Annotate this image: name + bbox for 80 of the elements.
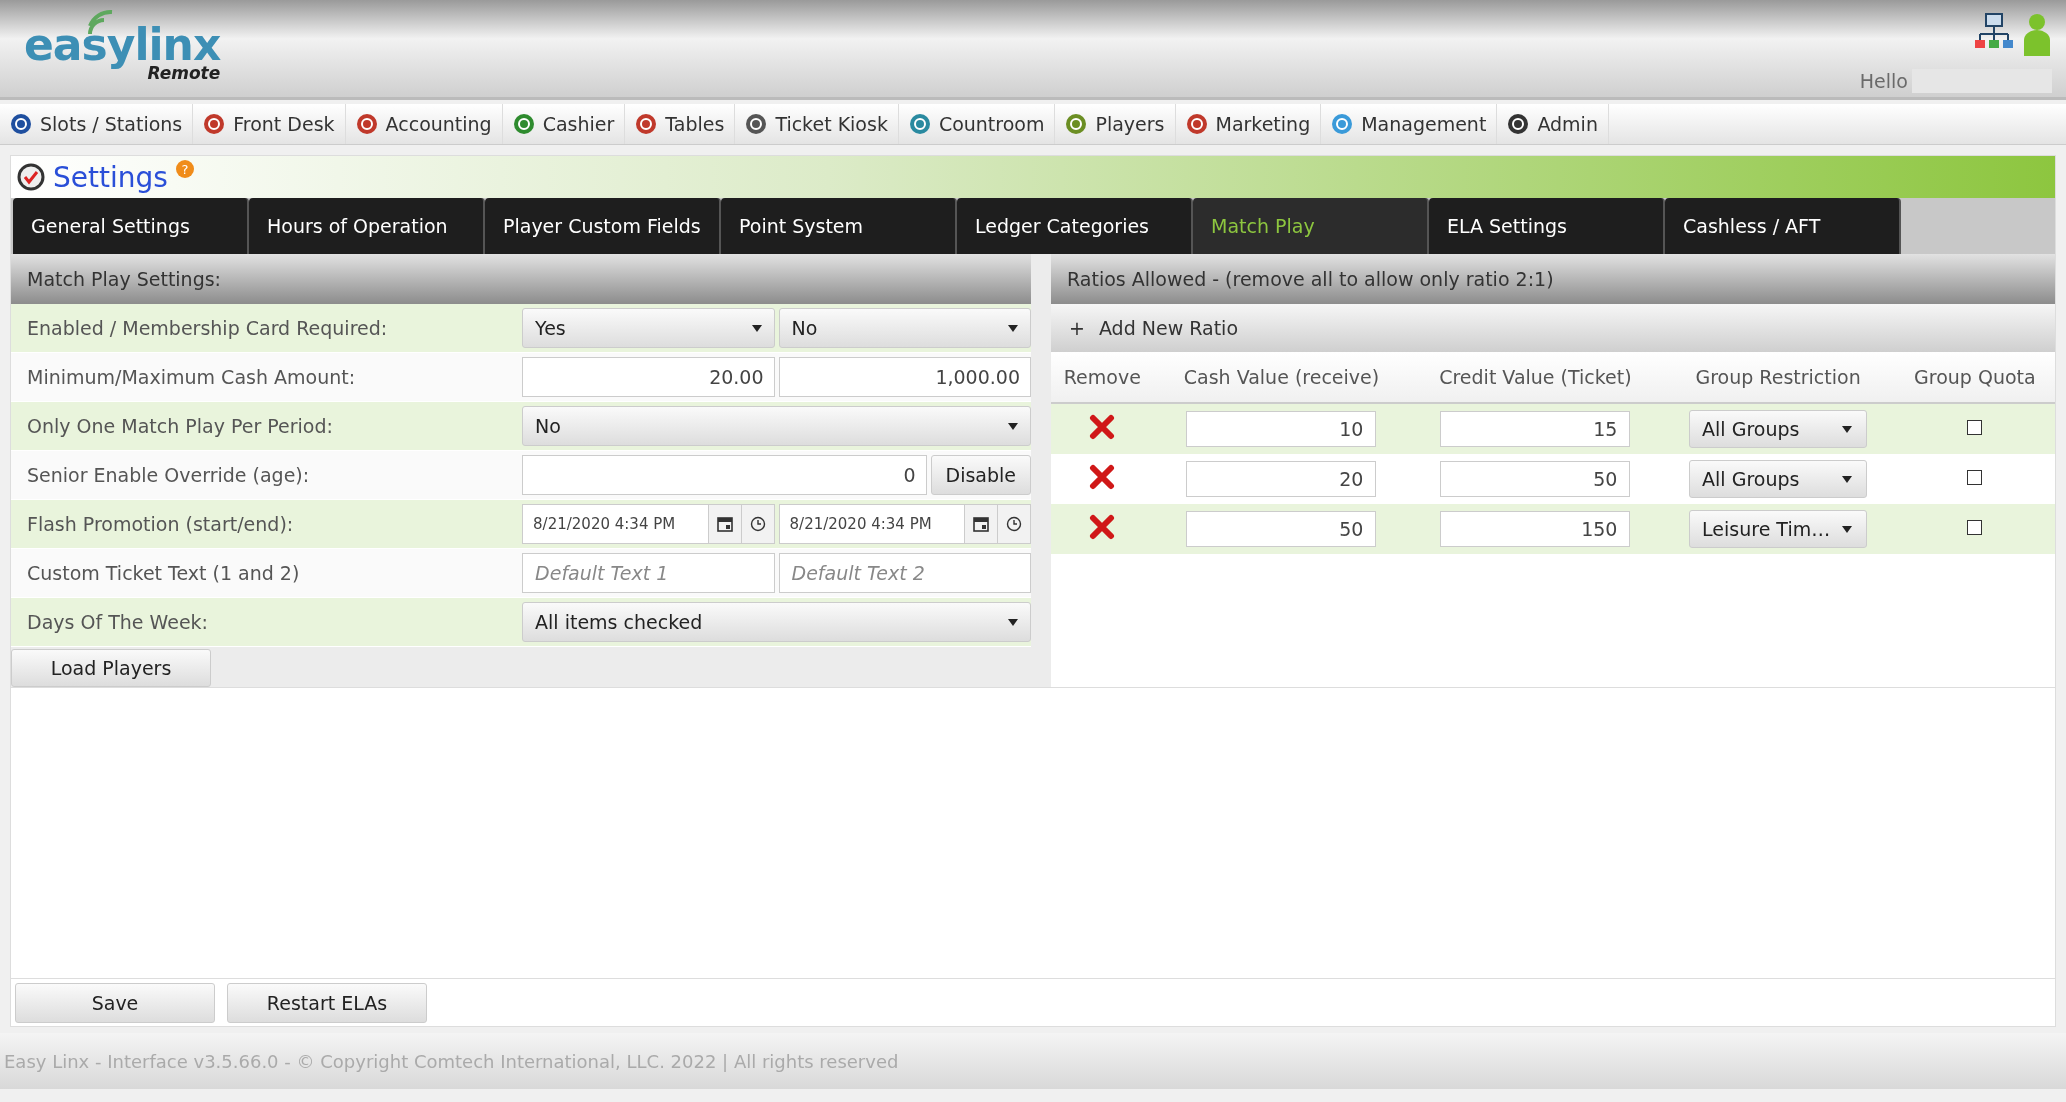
nav-item[interactable]: Management [1321,104,1498,144]
caret-icon [1842,475,1853,483]
field-label: Custom Ticket Text (1 and 2) [26,562,301,584]
field-label: Flash Promotion (start/end): [26,513,295,535]
field-label: Minimum/Maximum Cash Amount: [26,366,357,388]
load-players-button[interactable]: Load Players [11,649,211,687]
circle-icon [1185,113,1208,135]
dropdown[interactable]: No [522,406,1031,446]
dropdown[interactable]: All Groups [1689,460,1868,498]
field-label: Only One Match Play Per Period: [26,415,334,437]
circle-icon [203,113,226,135]
caret-icon [1842,425,1853,433]
caret-icon [1842,525,1853,533]
footer-text: Easy Linx - Interface v3.5.66.0 - © Copyright Comtech International, LLC. 2022 | All rights reserved [0,1033,2066,1089]
circle-icon [1065,113,1088,135]
dropdown[interactable]: All items checked [522,602,1031,642]
circle-icon [745,113,768,135]
field-label: Enabled / Membership Card Required: [26,317,389,339]
checkbox[interactable] [1967,469,1983,485]
tab[interactable]: Match Play [1193,198,1429,254]
disable-button[interactable]: Disable [930,455,1031,495]
circle-icon [512,113,535,135]
section-header: Ratios Allowed - (remove all to allow only ratio 2:1) [1051,254,2055,304]
logo: easylinx [24,22,221,67]
field-label: Days Of The Week: [26,611,209,633]
input-field[interactable]: 10 [1186,411,1377,447]
dropdown[interactable]: Leisure Tim… [1689,510,1868,548]
caret-icon [1008,618,1018,626]
nav-item[interactable]: Cashier [502,104,626,144]
circle-icon [1331,113,1354,135]
dropdown[interactable]: All Groups [1689,410,1868,448]
nav-item[interactable]: Accounting [345,104,503,144]
nav-item[interactable]: Players [1055,104,1176,144]
input-field[interactable]: 150 [1440,511,1631,547]
action-button[interactable]: Restart ELAs [227,983,427,1023]
checkmark-icon [17,163,45,191]
remove-icon[interactable] [1089,514,1116,540]
nav-item[interactable]: Countroom [898,104,1056,144]
caret-icon [1008,324,1018,332]
checkbox[interactable] [1967,419,1983,435]
nav-item[interactable]: Marketing [1175,104,1322,144]
input-field[interactable]: 15 [1440,411,1631,447]
checkbox[interactable] [1967,519,1983,535]
input-field[interactable]: 50 [1186,511,1377,547]
nav-item[interactable]: Front Desk [193,104,346,144]
tab[interactable]: Ledger Categories [957,198,1193,254]
remove-icon[interactable] [1089,414,1116,440]
circle-icon [635,113,658,135]
input-field[interactable]: Default Text 2 [778,553,1031,593]
input-field[interactable]: 20 [1186,461,1377,497]
dropdown[interactable]: Yes [522,308,775,348]
tab[interactable]: General Settings [13,198,249,254]
tab[interactable]: Cashless / AFT [1665,198,1901,254]
caret-icon [1008,422,1018,430]
tab[interactable]: Player Custom Fields [485,198,721,254]
page-title: Settings [53,160,168,194]
input-field[interactable]: 50 [1440,461,1631,497]
nav-item[interactable]: Admin [1497,104,1609,144]
nav-item[interactable]: Slots / Stations [0,104,194,144]
greeting: Hello [1859,70,1908,92]
nav-item[interactable]: Tables [625,104,736,144]
add-new-ratio-button[interactable]: + Add New Ratio [1051,304,2055,352]
section-header: Match Play Settings: [11,254,1031,304]
tab[interactable]: Point System [721,198,957,254]
input-field[interactable]: 0 [522,455,927,495]
input-field[interactable]: 1,000.00 [778,357,1031,397]
tab[interactable]: Hours of Operation [249,198,485,254]
field-label: Senior Enable Override (age): [26,464,311,486]
circle-icon [10,113,32,135]
nav-item[interactable]: Ticket Kiosk [735,104,899,144]
circle-icon [908,113,931,135]
dropdown[interactable]: No [778,308,1031,348]
input-field[interactable]: 20.00 [522,357,775,397]
circle-icon [355,113,378,135]
tab[interactable]: ELA Settings [1429,198,1665,254]
circle-icon [1507,113,1530,135]
remove-icon[interactable] [1089,464,1116,490]
action-button[interactable]: Save [15,983,215,1023]
input-field[interactable]: Default Text 1 [522,553,775,593]
caret-icon [751,324,762,332]
